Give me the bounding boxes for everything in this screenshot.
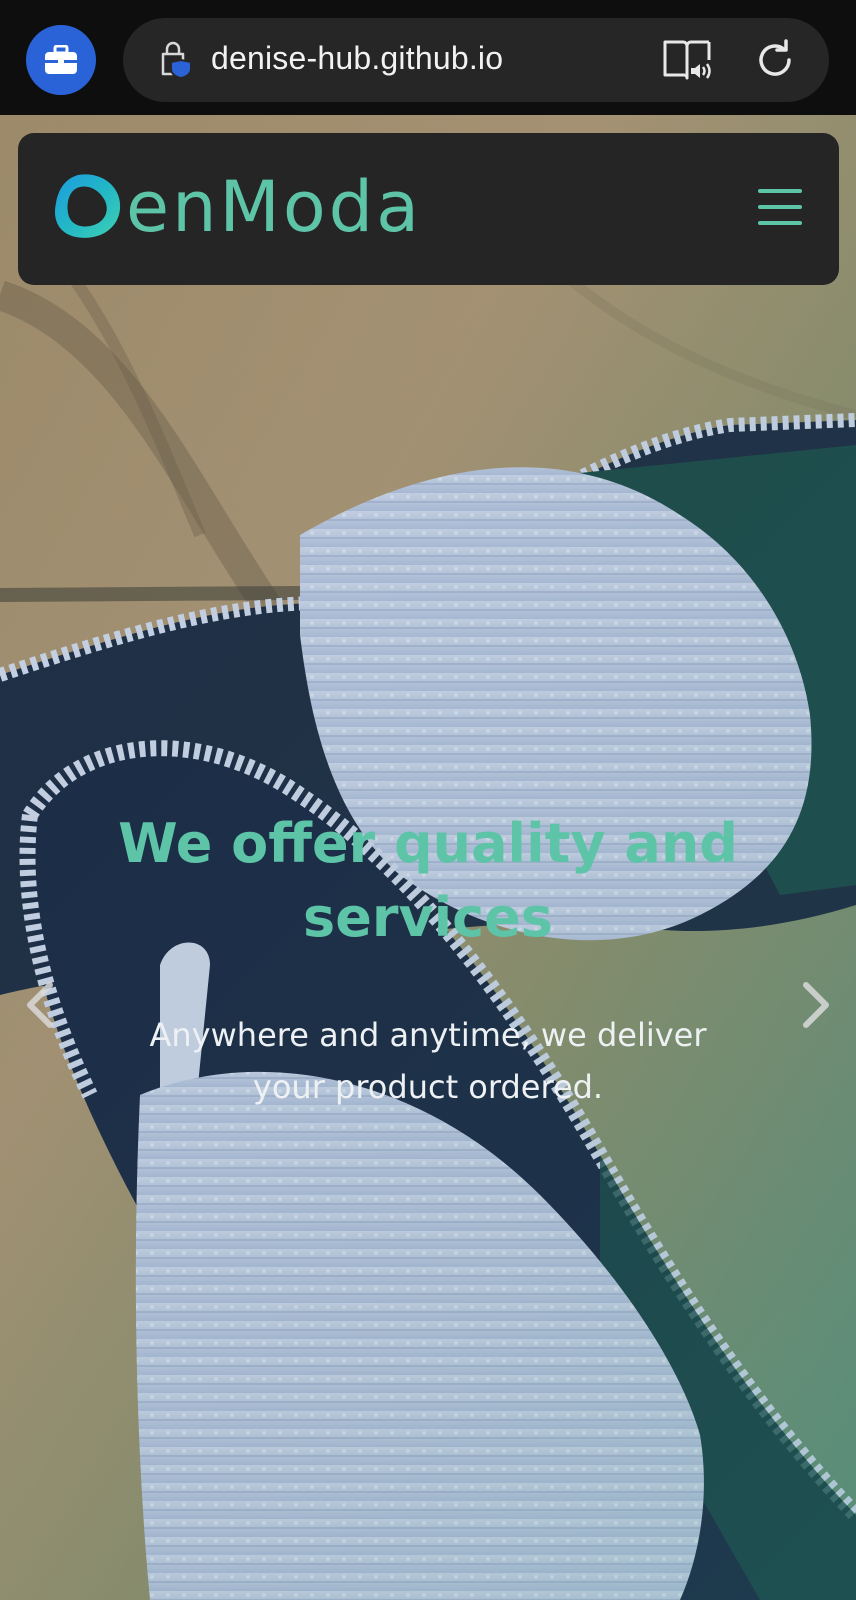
hero-title: We offer quality and services bbox=[118, 812, 738, 949]
address-bar[interactable]: denise-hub.github.io bbox=[123, 18, 829, 102]
reload-icon[interactable] bbox=[753, 38, 797, 82]
briefcase-icon bbox=[45, 45, 77, 74]
url-text: denise-hub.github.io bbox=[211, 40, 504, 76]
site-navbar: enModa bbox=[18, 133, 839, 285]
brand-name[interactable]: enModa bbox=[126, 157, 422, 257]
lock-shield-icon bbox=[161, 41, 192, 80]
chevron-left-icon[interactable] bbox=[20, 975, 60, 1035]
profile-button[interactable] bbox=[26, 25, 96, 95]
hero-carousel: enModa We offer quality and services Any… bbox=[0, 115, 856, 1600]
hamburger-menu-icon[interactable] bbox=[758, 189, 802, 229]
browser-toolbar: denise-hub.github.io bbox=[0, 0, 856, 115]
reader-audio-icon[interactable] bbox=[663, 38, 713, 84]
hero-subtitle: Anywhere and anytime, we deliver your pr… bbox=[149, 1016, 707, 1106]
chevron-right-icon[interactable] bbox=[796, 975, 836, 1035]
brand-logo-icon[interactable] bbox=[52, 169, 124, 243]
